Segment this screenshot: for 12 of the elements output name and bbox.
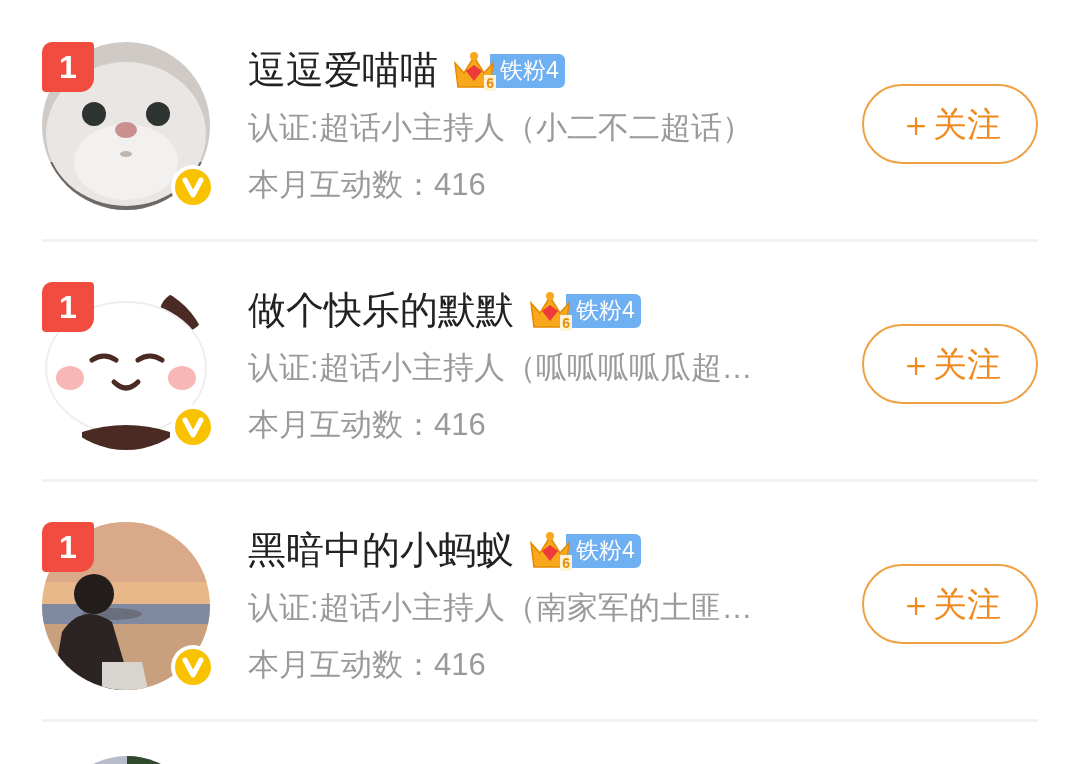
certification-text: 认证:超话小主持人（南家军的土匪… (248, 589, 754, 627)
user-name[interactable]: 逗逗爱喵喵 (248, 42, 438, 99)
interaction-count: 本月互动数：416 (248, 646, 487, 684)
user-name[interactable]: 做个快乐的默默 (248, 282, 514, 339)
interaction-count: 本月互动数：416 (248, 166, 487, 204)
certification-text: 认证:超话小主持人（呱呱呱呱瓜超… (248, 349, 754, 387)
certification-text: 认证:超话小主持人（小二不二超话） (248, 109, 754, 147)
rank-badge: 1 (42, 42, 94, 92)
rank-badge: 1 (42, 282, 94, 332)
rank-badge: 1 (42, 522, 94, 572)
user-name[interactable]: 黑暗中的小蚂蚁 (248, 522, 514, 579)
interaction-count: 本月互动数：416 (248, 406, 487, 444)
